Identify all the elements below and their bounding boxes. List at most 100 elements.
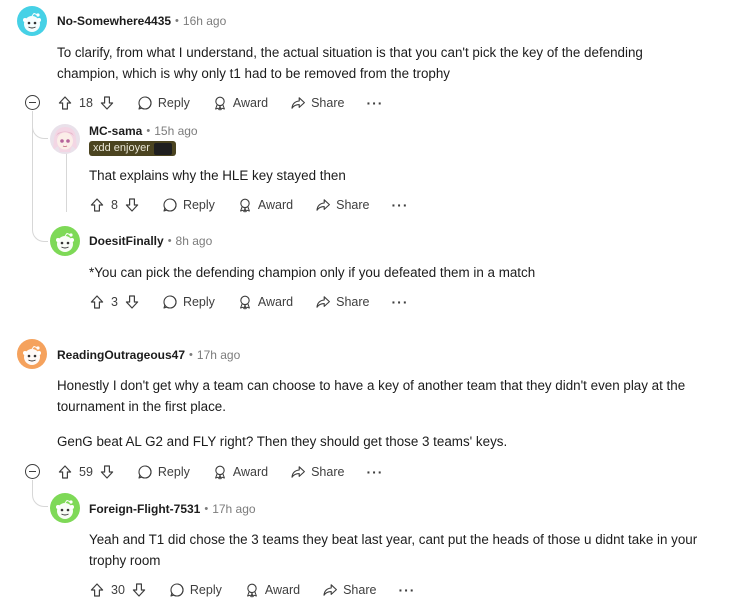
comment-actions: 30 Reply Award Share ··· — [89, 580, 437, 600]
upvote-icon[interactable] — [57, 464, 73, 480]
separator-dot: • — [204, 503, 209, 515]
reply-label: Reply — [157, 465, 190, 479]
username[interactable]: MC-sama — [89, 124, 142, 138]
more-options-button[interactable]: ··· — [391, 294, 409, 310]
award-button[interactable]: Award — [244, 582, 300, 598]
reply-button[interactable]: Reply — [137, 95, 190, 111]
avatar[interactable] — [50, 226, 80, 256]
comment-actions: 3 Reply Award Share ··· — [89, 292, 431, 312]
comment-line: That explains why the HLE key stayed the… — [89, 168, 346, 183]
more-options-button[interactable]: ··· — [398, 583, 415, 597]
share-icon — [290, 95, 306, 111]
award-icon — [244, 582, 260, 598]
more-options-button[interactable]: ··· — [366, 464, 384, 480]
vote-count: 3 — [111, 295, 118, 309]
downvote-icon[interactable] — [131, 582, 147, 598]
more-icon: ··· — [391, 294, 409, 310]
award-button[interactable]: Award — [237, 197, 293, 213]
share-button[interactable]: Share — [315, 197, 370, 213]
share-icon — [290, 464, 306, 480]
comment-body: To clarify, from what I understand, the … — [57, 42, 643, 84]
reply-label: Reply — [182, 295, 215, 309]
timestamp[interactable]: 16h ago — [183, 14, 226, 28]
collapse-thread-button[interactable] — [25, 95, 40, 110]
separator-dot: • — [175, 15, 179, 27]
comment-meta: ReadingOutrageous47 • 17h ago — [57, 348, 240, 362]
timestamp[interactable]: 17h ago — [197, 348, 240, 362]
username[interactable]: DoesitFinally — [89, 234, 164, 248]
vote-group: 18 — [57, 95, 115, 111]
thread-line — [66, 152, 67, 212]
reply-button[interactable]: Reply — [169, 582, 222, 598]
flair-text: xdd enjoyer — [93, 142, 150, 154]
award-icon — [212, 95, 228, 111]
share-icon — [315, 197, 331, 213]
comment-meta: DoesitFinally • 8h ago — [89, 234, 212, 248]
share-label: Share — [343, 583, 377, 597]
award-button[interactable]: Award — [212, 95, 268, 111]
vote-count: 59 — [79, 465, 93, 479]
timestamp[interactable]: 15h ago — [154, 124, 197, 138]
vote-count: 8 — [111, 198, 118, 212]
award-icon — [212, 464, 228, 480]
comment-line: trophy room — [89, 553, 161, 568]
collapse-thread-button[interactable] — [25, 464, 40, 479]
avatar[interactable] — [50, 124, 80, 154]
reply-button[interactable]: Reply — [137, 464, 190, 480]
downvote-icon[interactable] — [99, 464, 115, 480]
timestamp[interactable]: 17h ago — [212, 502, 255, 516]
award-button[interactable]: Award — [237, 294, 293, 310]
comment-line: tournament in the first place. — [57, 399, 226, 414]
snoo-teal-avatar-icon — [17, 6, 47, 36]
username[interactable]: No-Somewhere4435 — [57, 14, 171, 28]
username[interactable]: Foreign-Flight-7531 — [89, 502, 200, 516]
share-button[interactable]: Share — [315, 294, 370, 310]
upvote-icon[interactable] — [57, 95, 73, 111]
minus-icon — [29, 101, 36, 104]
vote-group: 30 — [89, 582, 147, 598]
more-icon: ··· — [366, 464, 384, 480]
comment-line: champion, which is why only t1 had to be… — [57, 66, 450, 81]
comment-meta: MC-sama • 15h ago — [89, 124, 198, 138]
reply-icon — [137, 464, 153, 480]
reply-button[interactable]: Reply — [162, 197, 215, 213]
reply-label: Reply — [157, 96, 190, 110]
upvote-icon[interactable] — [89, 294, 105, 310]
share-label: Share — [311, 96, 345, 110]
separator-dot: • — [189, 349, 193, 361]
downvote-icon[interactable] — [124, 294, 140, 310]
avatar[interactable] — [17, 6, 47, 36]
comment-body: *You can pick the defending champion onl… — [89, 262, 535, 283]
timestamp[interactable]: 8h ago — [176, 234, 213, 248]
comment-paragraph: GenG beat AL G2 and FLY right? Then they… — [57, 434, 508, 449]
comment-actions: 18 Reply Award Share ··· — [57, 93, 405, 113]
share-button[interactable]: Share — [322, 582, 376, 598]
snoo-green-avatar-icon — [50, 226, 80, 256]
comment-actions: 8 Reply Award Share ··· — [89, 195, 431, 215]
reply-label: Reply — [189, 583, 222, 597]
vote-group: 59 — [57, 464, 115, 480]
downvote-icon[interactable] — [124, 197, 140, 213]
upvote-icon[interactable] — [89, 582, 105, 598]
username[interactable]: ReadingOutrageous47 — [57, 348, 185, 362]
share-label: Share — [336, 198, 370, 212]
downvote-icon[interactable] — [99, 95, 115, 111]
award-label: Award — [257, 198, 294, 212]
snoo-green-avatar-icon — [50, 493, 80, 523]
share-label: Share — [336, 295, 370, 309]
share-button[interactable]: Share — [290, 464, 344, 480]
more-options-button[interactable]: ··· — [366, 96, 383, 110]
share-button[interactable]: Share — [290, 95, 344, 111]
more-options-button[interactable]: ··· — [392, 198, 409, 212]
award-label: Award — [257, 295, 294, 309]
minus-icon — [29, 470, 36, 473]
upvote-icon[interactable] — [89, 197, 105, 213]
reply-icon — [162, 294, 178, 310]
comment-meta: Foreign-Flight-7531 • 17h ago — [89, 502, 256, 516]
reply-button[interactable]: Reply — [162, 294, 215, 310]
thread-branch — [32, 111, 48, 139]
avatar[interactable] — [17, 339, 47, 369]
avatar[interactable] — [50, 493, 80, 523]
award-button[interactable]: Award — [212, 464, 268, 480]
comment-line: Honestly I don't get why a team can choo… — [57, 378, 686, 393]
